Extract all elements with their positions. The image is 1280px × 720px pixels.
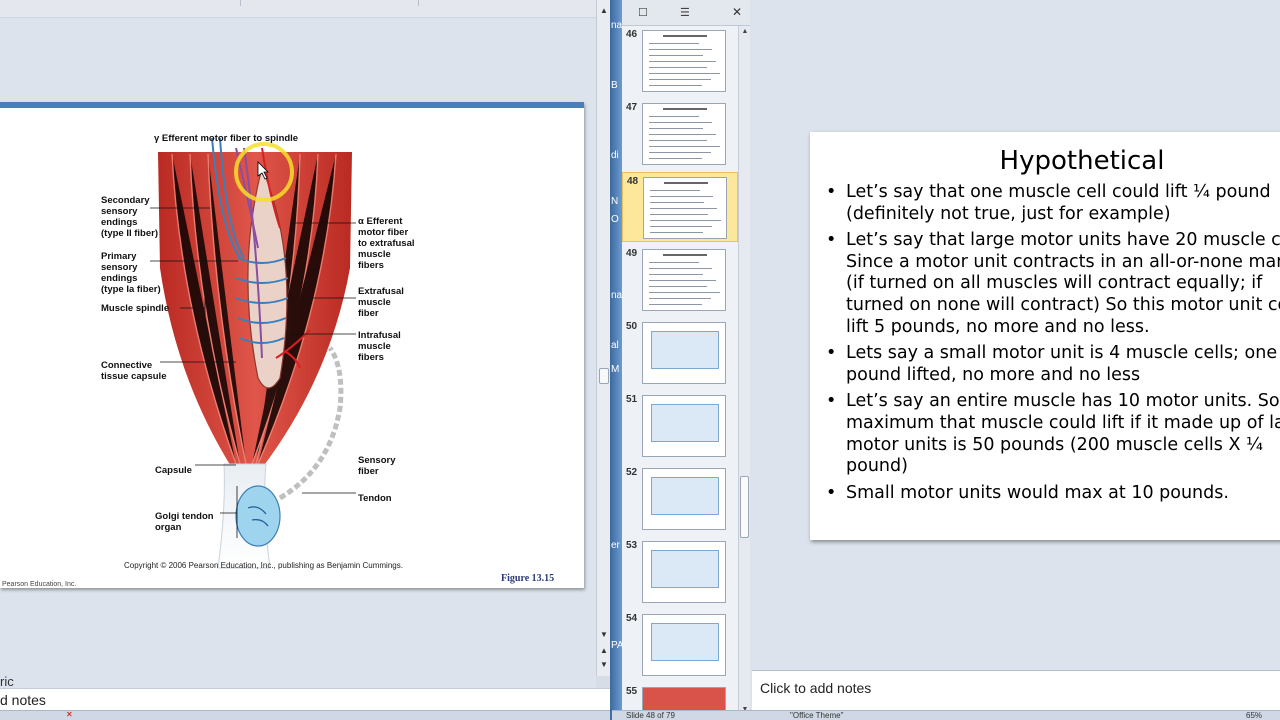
left-vertical-scrollbar[interactable]: ▲ ▼ ▲ ▼ xyxy=(596,0,610,676)
label-capsule: Capsule xyxy=(155,465,192,476)
outline-tab-icon[interactable]: ☰ xyxy=(680,6,690,19)
figure-copyright: Copyright © 2006 Pearson Education, Inc.… xyxy=(124,561,403,570)
task-strip-text: B xyxy=(611,80,618,91)
slide-thumbnail-preview xyxy=(643,177,727,239)
slide-thumbnail[interactable]: 46 xyxy=(622,26,738,96)
slide-thumbnail[interactable]: 51 xyxy=(622,391,738,461)
slide-thumbnail-preview xyxy=(642,103,726,165)
slide-thumbnail[interactable]: 48 xyxy=(622,172,738,242)
slide-thumbnail[interactable]: 49 xyxy=(622,245,738,315)
muscle-spindle-illustration xyxy=(150,137,356,569)
slide-thumbnail-preview xyxy=(642,30,726,92)
task-strip-text: O xyxy=(611,214,619,225)
task-strip-text: PAV xyxy=(611,640,630,651)
slide-bullet[interactable]: Let’s say that large motor units have 20… xyxy=(826,230,1280,338)
label-muscle-spindle: Muscle spindle xyxy=(101,303,170,314)
slide-thumbnail-preview xyxy=(642,614,726,676)
slide-thumbnail-number: 54 xyxy=(626,613,638,624)
label-connective-capsule: Connective tissue capsule xyxy=(101,360,167,382)
label-alpha-efferent: α Efferent motor fiber to extrafusal mus… xyxy=(358,216,415,271)
scroll-thumb[interactable] xyxy=(740,476,749,538)
thumbnail-pane-header: ☐ ☰ ✕ xyxy=(622,0,750,26)
slide-thumbnail-number: 46 xyxy=(626,29,638,40)
thumbnail-list: 46 47 48 49 50 51 52 53 54 55 xyxy=(622,26,738,720)
task-strip-text: er xyxy=(611,540,620,551)
slide-thumbnail-number: 49 xyxy=(626,248,638,259)
task-strip-text: M xyxy=(611,364,620,375)
scroll-down-arrow-icon[interactable]: ▼ xyxy=(597,628,611,642)
slide-bullet[interactable]: Let’s say an entire muscle has 10 motor … xyxy=(826,391,1280,477)
slide-bullet[interactable]: Let’s say that one muscle cell could lif… xyxy=(826,182,1280,225)
slides-tab-icon[interactable]: ☐ xyxy=(638,6,648,19)
label-extrafusal: Extrafusal muscle fiber xyxy=(358,286,404,319)
slide-thumbnail-preview xyxy=(642,468,726,530)
thumbnail-scrollbar[interactable]: ▲ ▼ xyxy=(738,26,750,720)
slide-thumbnail[interactable]: 50 xyxy=(622,318,738,388)
label-secondary-endings: Secondary sensory endings (type II fiber… xyxy=(101,195,159,239)
label-intrafusal: Intrafusal muscle fibers xyxy=(358,330,401,363)
task-strip: na B di N O na al M er PAV xyxy=(610,0,630,720)
task-strip-text: na xyxy=(611,290,623,301)
slide-thumbnail-number: 53 xyxy=(626,540,638,551)
slide-thumbnail[interactable]: 52 xyxy=(622,464,738,534)
zoom-level[interactable]: 65% xyxy=(1246,711,1262,720)
theme-name: "Office Theme" xyxy=(790,711,844,720)
slide-thumbnail-preview xyxy=(642,249,726,311)
close-icon[interactable]: ✕ xyxy=(66,711,73,719)
main-editor-window: Hypothetical Let’s say that one muscle c… xyxy=(750,0,1280,720)
slide-bullet-list[interactable]: Let’s say that one muscle cell could lif… xyxy=(826,182,1280,509)
left-notes-label-fragment: ric xyxy=(0,674,14,689)
slide-thumbnail-number: 47 xyxy=(626,102,638,113)
ruler-tick xyxy=(418,0,419,6)
status-bar-slide-counter: Slide 48 of 79 xyxy=(612,710,750,720)
label-golgi-tendon-organ: Golgi tendon organ xyxy=(155,511,214,533)
slide-thumbnail[interactable]: 54 xyxy=(622,610,738,680)
previous-slide-icon[interactable]: ▲ xyxy=(597,644,611,658)
left-window-top-strip xyxy=(0,0,596,18)
slide-thumbnail-preview xyxy=(642,322,726,384)
ruler-tick xyxy=(240,0,241,6)
close-pane-icon[interactable]: ✕ xyxy=(732,5,742,19)
slide-title[interactable]: Hypothetical xyxy=(810,146,1280,176)
slide-thumbnail-number: 50 xyxy=(626,321,638,332)
slide-counter: Slide 48 of 79 xyxy=(626,711,675,720)
left-slide-canvas[interactable]: γ Efferent motor fiber to spindle Second… xyxy=(0,102,584,588)
next-slide-icon[interactable]: ▼ xyxy=(597,658,611,672)
scroll-thumb[interactable] xyxy=(599,368,609,384)
slide-thumbnail[interactable]: 53 xyxy=(622,537,738,607)
slide-thumbnail-number: 52 xyxy=(626,467,638,478)
slide-bullet[interactable]: Small motor units would max at 10 pounds… xyxy=(826,483,1280,505)
label-gamma-efferent: γ Efferent motor fiber to spindle xyxy=(154,133,299,144)
task-strip-text: na xyxy=(611,20,623,31)
slide-thumbnail-number: 48 xyxy=(627,176,639,187)
left-powerpoint-window: γ Efferent motor fiber to spindle Second… xyxy=(0,0,612,720)
slide-bullet[interactable]: Lets say a small motor unit is 4 muscle … xyxy=(826,343,1280,386)
notes-pane[interactable]: Click to add notes xyxy=(752,670,1280,710)
left-notes-pane[interactable]: ric d notes xyxy=(0,674,610,710)
current-slide[interactable]: Hypothetical Let’s say that one muscle c… xyxy=(810,132,1280,540)
slide-thumbnail[interactable]: 47 xyxy=(622,99,738,169)
notes-placeholder: Click to add notes xyxy=(760,680,872,696)
golgi-tendon-organ-shape xyxy=(235,485,281,547)
label-tendon: Tendon xyxy=(358,493,392,504)
figure-number: Figure 13.15 xyxy=(501,573,555,584)
label-sensory-fiber: Sensory fiber xyxy=(358,455,396,477)
label-primary-endings: Primary sensory endings (type Ia fiber) xyxy=(101,251,161,295)
task-strip-text: al xyxy=(611,340,619,351)
task-strip-text: di xyxy=(611,150,619,161)
left-status-bar: ✕ xyxy=(0,710,612,720)
screen: γ Efferent motor fiber to spindle Second… xyxy=(0,0,1280,720)
slide-thumbnail-number: 55 xyxy=(626,686,638,697)
left-notes-placeholder: d notes xyxy=(0,692,46,708)
figure-publisher: Pearson Education, Inc. xyxy=(2,581,77,588)
slide-thumbnail-number: 51 xyxy=(626,394,638,405)
status-bar: "Office Theme" 65% xyxy=(750,710,1280,720)
slide-thumbnail-preview xyxy=(642,395,726,457)
task-strip-text: N xyxy=(611,196,619,207)
scroll-up-arrow-icon[interactable]: ▲ xyxy=(597,4,611,18)
slide-thumbnail-preview xyxy=(642,541,726,603)
slide-thumbnail-pane: ☐ ☰ ✕ 46 47 48 49 50 51 52 53 54 55 ▲ ▼ xyxy=(622,0,750,720)
